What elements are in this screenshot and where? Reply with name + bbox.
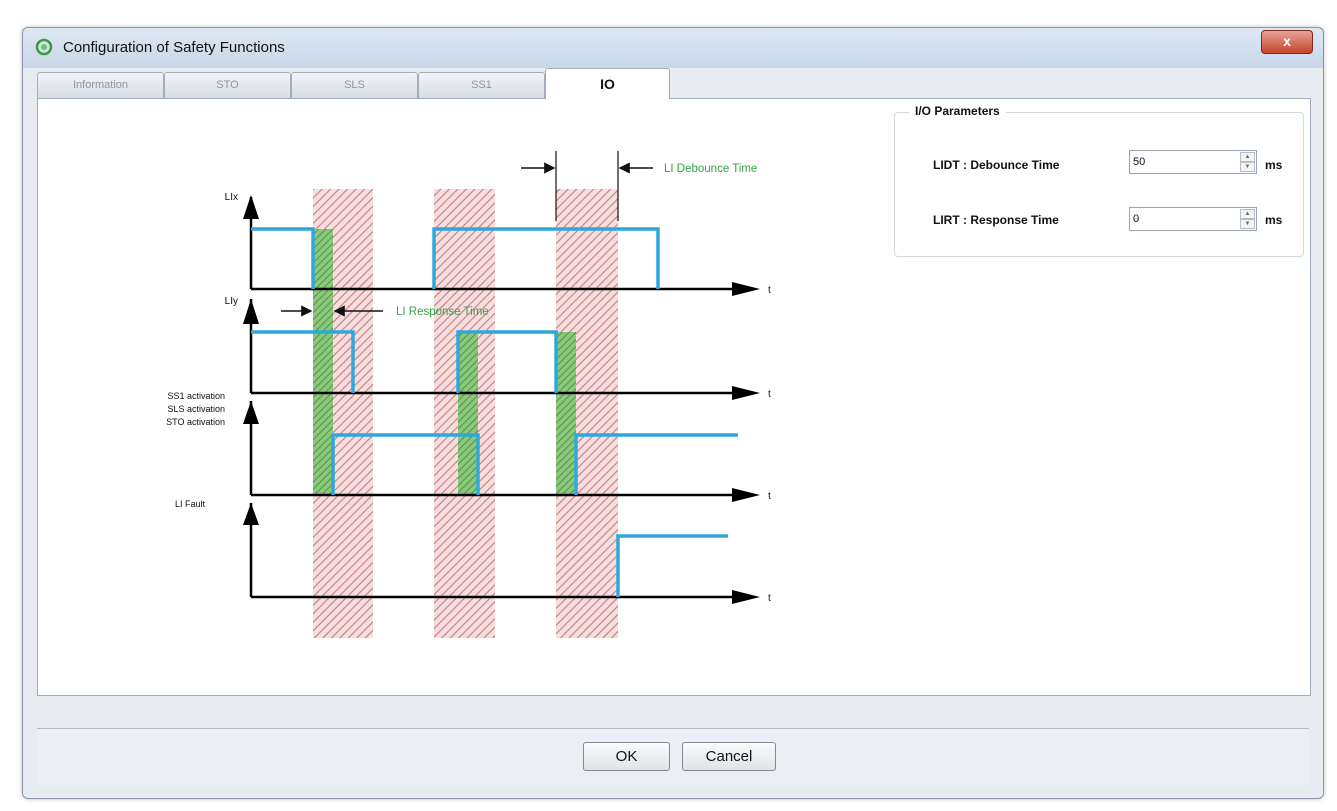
io-parameters-title: I/O Parameters bbox=[909, 104, 1006, 118]
lirt-decrement-button[interactable]: ▼ bbox=[1240, 219, 1255, 229]
io-parameters-group: I/O Parameters LIDT : Debounce Time ▲ ▼ … bbox=[894, 104, 1304, 257]
tab-sto[interactable]: STO bbox=[164, 72, 291, 98]
sls-activation-label: SLS activation bbox=[167, 404, 225, 414]
liy-label: LIy bbox=[225, 296, 238, 307]
time-label-1: t bbox=[768, 285, 771, 296]
close-button[interactable]: x bbox=[1261, 30, 1313, 54]
liy-time-arrow bbox=[732, 386, 760, 400]
lirt-unit: ms bbox=[1265, 213, 1283, 227]
lirt-stepper[interactable]: ▲ ▼ bbox=[1129, 207, 1257, 231]
debounce-annotation: LI Debounce Time bbox=[664, 163, 757, 175]
response-band-3 bbox=[556, 332, 576, 494]
lidt-unit: ms bbox=[1265, 158, 1283, 172]
response-band-1 bbox=[313, 229, 333, 494]
fault-axis-arrow bbox=[243, 503, 259, 525]
timing-diagram: LIx LIy SS1 activation SLS activation ST… bbox=[166, 151, 771, 638]
time-label-4: t bbox=[768, 593, 771, 604]
safety-config-dialog: Configuration of Safety Functions x Info… bbox=[22, 27, 1324, 799]
lidt-spin-buttons: ▲ ▼ bbox=[1240, 152, 1255, 172]
lirt-label: LIRT : Response Time bbox=[933, 213, 1059, 227]
lidt-decrement-button[interactable]: ▼ bbox=[1240, 162, 1255, 172]
lix-axis-arrow bbox=[243, 195, 259, 219]
lirt-increment-button[interactable]: ▲ bbox=[1240, 209, 1255, 219]
lidt-stepper[interactable]: ▲ ▼ bbox=[1129, 150, 1257, 174]
fault-time-arrow bbox=[732, 590, 760, 604]
sto-activation-label: STO activation bbox=[166, 417, 225, 427]
liy-axis-arrow bbox=[243, 299, 259, 324]
title-bar[interactable]: Configuration of Safety Functions x bbox=[23, 28, 1323, 68]
lidt-input[interactable] bbox=[1130, 151, 1243, 173]
lirt-spin-buttons: ▲ ▼ bbox=[1240, 209, 1255, 229]
dialog-button-bar: OK Cancel bbox=[37, 728, 1309, 786]
time-label-3: t bbox=[768, 491, 771, 502]
app-icon bbox=[35, 38, 53, 56]
tab-sls[interactable]: SLS bbox=[291, 72, 418, 98]
activation-time-arrow bbox=[732, 488, 760, 502]
activation-axis-arrow bbox=[243, 401, 259, 424]
lix-time-arrow bbox=[732, 282, 760, 296]
tab-strip: Information STO SLS SS1 IO bbox=[37, 68, 1309, 99]
tab-information[interactable]: Information bbox=[37, 72, 164, 98]
response-annotation: LI Response Time bbox=[396, 306, 489, 318]
io-tab-panel: LIx LIy SS1 activation SLS activation ST… bbox=[37, 98, 1311, 696]
ss1-activation-label: SS1 activation bbox=[167, 391, 225, 401]
tab-io[interactable]: IO bbox=[545, 68, 670, 99]
response-band-2 bbox=[458, 332, 478, 494]
li-fault-label: LI Fault bbox=[175, 499, 206, 509]
lix-waveform-1 bbox=[251, 227, 315, 289]
ok-button[interactable]: OK bbox=[583, 742, 670, 771]
lix-label: LIx bbox=[225, 192, 238, 203]
time-label-2: t bbox=[768, 389, 771, 400]
lidt-increment-button[interactable]: ▲ bbox=[1240, 152, 1255, 162]
tab-ss1[interactable]: SS1 bbox=[418, 72, 545, 98]
lidt-label: LIDT : Debounce Time bbox=[933, 158, 1060, 172]
cancel-button[interactable]: Cancel bbox=[682, 742, 776, 771]
fault-waveform bbox=[616, 534, 728, 597]
window-title: Configuration of Safety Functions bbox=[63, 39, 285, 56]
lirt-input[interactable] bbox=[1130, 208, 1243, 230]
